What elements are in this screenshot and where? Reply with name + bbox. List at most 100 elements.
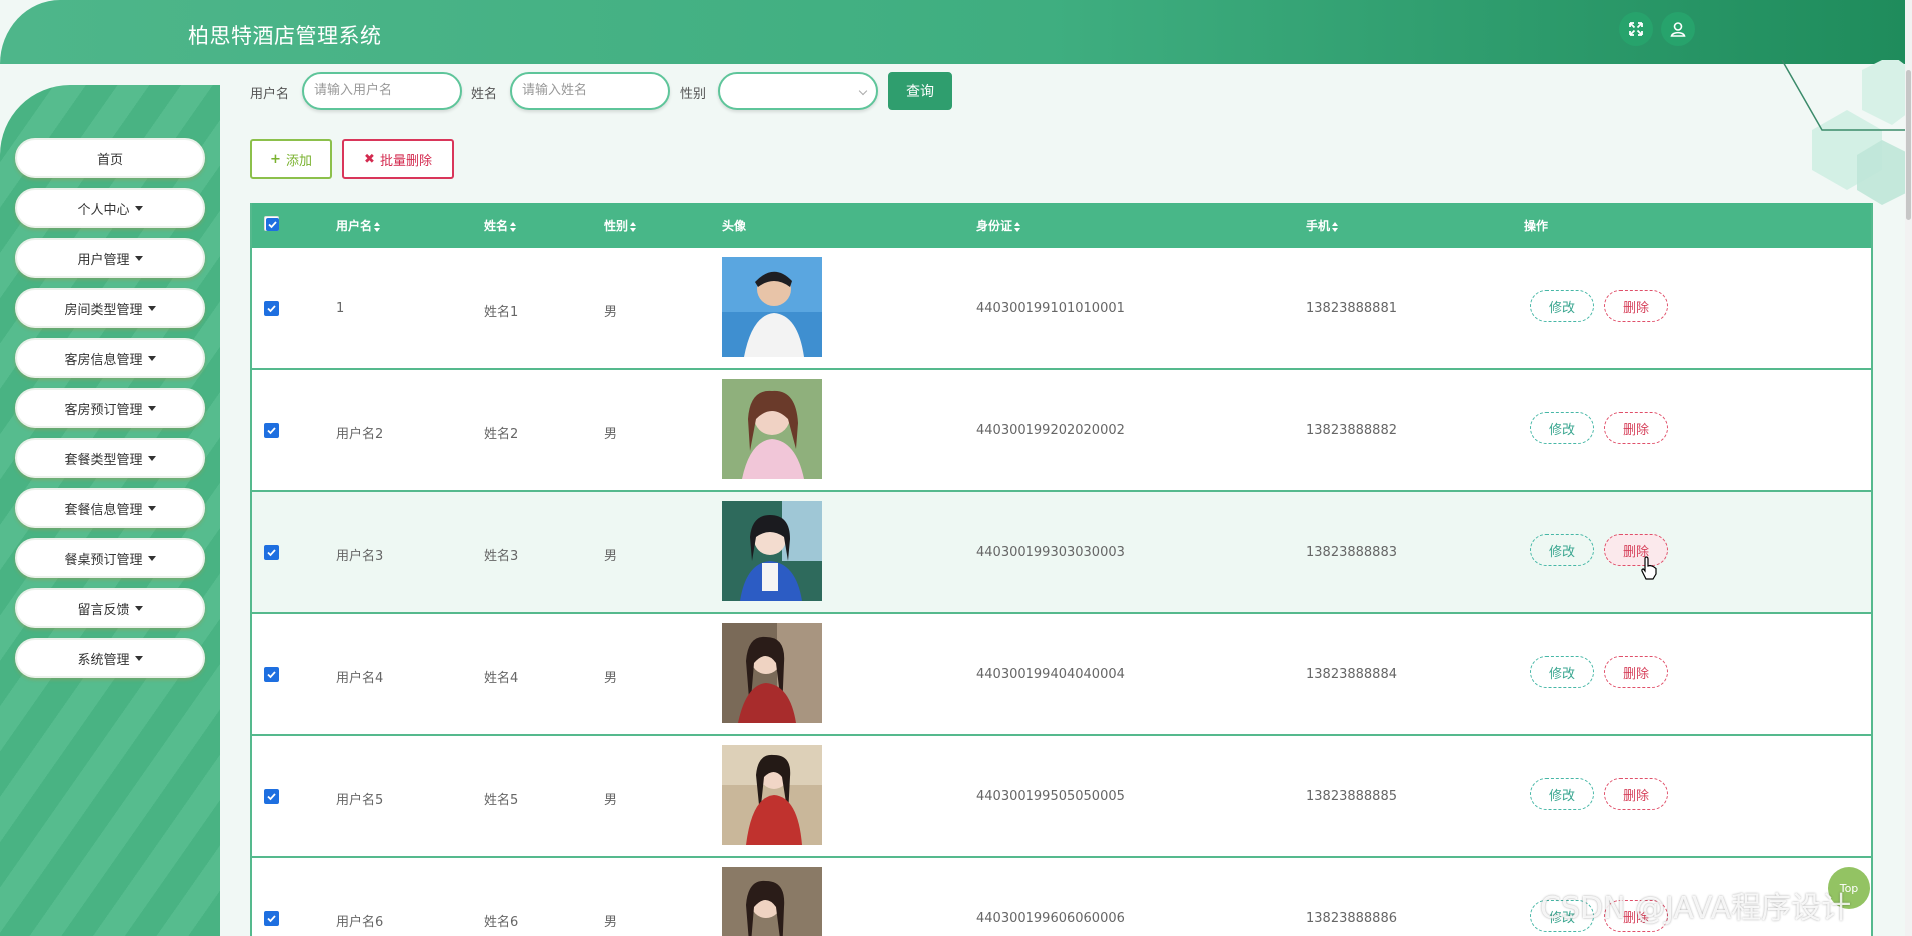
scrollbar-thumb[interactable]	[1906, 70, 1911, 220]
cell-username: 用户名2	[336, 427, 384, 442]
avatar	[722, 623, 822, 723]
edit-button[interactable]: 修改	[1530, 534, 1594, 566]
cell-gender: 男	[604, 915, 618, 930]
bulk-delete-button[interactable]: ✖ 批量删除	[342, 139, 454, 179]
cell-id-card: 440300199303030003	[976, 545, 1125, 560]
edit-button[interactable]: 修改	[1530, 412, 1594, 444]
watermark: CSDN @JAVA程序设计	[1540, 891, 1852, 926]
cell-gender: 男	[604, 427, 618, 442]
add-button[interactable]: + 添加	[250, 139, 332, 179]
close-icon: ✖	[364, 151, 375, 167]
sort-icon	[374, 221, 381, 232]
row-checkbox[interactable]	[264, 911, 279, 926]
caret-down-icon	[134, 205, 143, 211]
username-label: 用户名	[250, 87, 290, 102]
plus-icon: +	[270, 151, 281, 167]
avatar	[722, 867, 822, 936]
sort-icon	[1332, 221, 1339, 232]
column-header-phone[interactable]: 手机	[1306, 217, 1339, 234]
avatar	[722, 257, 822, 357]
delete-button[interactable]: 删除	[1604, 412, 1668, 444]
edit-button[interactable]: 修改	[1530, 290, 1594, 322]
delete-button[interactable]: 删除	[1604, 656, 1668, 688]
username-search-input[interactable]: 请输入用户名	[302, 72, 462, 110]
cell-phone: 13823888885	[1306, 789, 1397, 804]
table-row: 用户名2 姓名2 男 440300199202020002 1382388888…	[252, 370, 1871, 492]
column-header-username[interactable]: 用户名	[336, 217, 381, 234]
sidebar-item-room-type-management[interactable]: 房间类型管理	[15, 288, 205, 328]
cell-name: 姓名3	[484, 549, 519, 564]
name-search-input[interactable]: 请输入姓名	[510, 72, 670, 110]
table-row: 1 姓名1 男 440300199101010001 13823888881 修…	[252, 248, 1871, 370]
cell-gender: 男	[604, 793, 618, 808]
column-header-actions: 操作	[1524, 219, 1549, 233]
delete-button[interactable]: 删除	[1604, 778, 1668, 810]
cell-phone: 13823888886	[1306, 911, 1397, 926]
caret-down-icon	[147, 555, 156, 561]
sidebar-item-feedback[interactable]: 留言反馈	[15, 588, 205, 628]
delete-button[interactable]: 删除	[1604, 534, 1668, 566]
sort-icon	[1014, 221, 1021, 232]
row-checkbox[interactable]	[264, 423, 279, 438]
sidebar-item-user-management[interactable]: 用户管理	[15, 238, 205, 278]
edit-button[interactable]: 修改	[1530, 656, 1594, 688]
sort-icon	[630, 221, 637, 232]
chevron-down-icon	[858, 86, 868, 96]
select-all-checkbox[interactable]	[264, 216, 279, 231]
cell-id-card: 440300199202020002	[976, 423, 1125, 438]
users-table: 用户名 姓名 性别 头像 身份证 手机 操作 1 姓名1 男 440300199…	[250, 203, 1873, 936]
caret-down-icon	[134, 605, 143, 611]
expand-icon	[1629, 22, 1643, 36]
column-header-id-card[interactable]: 身份证	[976, 217, 1021, 234]
sidebar-item-package-info-management[interactable]: 套餐信息管理	[15, 488, 205, 528]
user-button[interactable]	[1661, 12, 1695, 46]
cell-id-card: 440300199404040004	[976, 667, 1125, 682]
gender-label: 性别	[680, 87, 707, 102]
caret-down-icon	[147, 305, 156, 311]
cell-name: 姓名2	[484, 427, 519, 442]
app-title: 柏思特酒店管理系统	[188, 24, 382, 48]
user-icon	[1670, 22, 1686, 37]
sidebar-item-table-booking-management[interactable]: 餐桌预订管理	[15, 538, 205, 578]
cell-phone: 13823888883	[1306, 545, 1397, 560]
cell-name: 姓名1	[484, 305, 519, 320]
sort-icon	[510, 221, 517, 232]
sidebar-item-room-info-management[interactable]: 客房信息管理	[15, 338, 205, 378]
sidebar-item-room-booking-management[interactable]: 客房预订管理	[15, 388, 205, 428]
cell-name: 姓名5	[484, 793, 519, 808]
caret-down-icon	[147, 505, 156, 511]
gender-select[interactable]	[718, 72, 878, 110]
table-row: 用户名4 姓名4 男 440300199404040004 1382388888…	[252, 614, 1871, 736]
caret-down-icon	[134, 655, 143, 661]
table-row: 用户名3 姓名3 男 440300199303030003 1382388888…	[252, 492, 1871, 614]
query-button[interactable]: 查询	[888, 72, 952, 110]
sidebar-item-system-management[interactable]: 系统管理	[15, 638, 205, 678]
delete-button[interactable]: 删除	[1604, 290, 1668, 322]
sidebar-item-personal-center[interactable]: 个人中心	[15, 188, 205, 228]
column-header-gender[interactable]: 性别	[604, 217, 637, 234]
edit-button[interactable]: 修改	[1530, 778, 1594, 810]
cell-username: 用户名3	[336, 549, 384, 564]
cell-id-card: 440300199505050005	[976, 789, 1125, 804]
cell-gender: 男	[604, 549, 618, 564]
cell-username: 1	[336, 301, 345, 316]
sidebar: 首页 个人中心 用户管理 房间类型管理 客房信息管理 客房预订管理 套餐类型管理…	[0, 85, 220, 936]
sidebar-item-package-type-management[interactable]: 套餐类型管理	[15, 438, 205, 478]
row-checkbox[interactable]	[264, 789, 279, 804]
cell-phone: 13823888884	[1306, 667, 1397, 682]
cell-username: 用户名5	[336, 793, 384, 808]
caret-down-icon	[147, 405, 156, 411]
name-label: 姓名	[471, 87, 498, 102]
column-header-name[interactable]: 姓名	[484, 217, 517, 234]
fullscreen-button[interactable]	[1619, 12, 1653, 46]
table-row: 用户名5 姓名5 男 440300199505050005 1382388888…	[252, 736, 1871, 858]
avatar	[722, 501, 822, 601]
row-checkbox[interactable]	[264, 301, 279, 316]
row-checkbox[interactable]	[264, 545, 279, 560]
sidebar-item-home[interactable]: 首页	[15, 138, 205, 178]
row-checkbox[interactable]	[264, 667, 279, 682]
table-header: 用户名 姓名 性别 头像 身份证 手机 操作	[252, 203, 1871, 248]
cell-phone: 13823888882	[1306, 423, 1397, 438]
cell-id-card: 440300199606060006	[976, 911, 1125, 926]
top-header: 柏思特酒店管理系统	[0, 0, 1905, 64]
